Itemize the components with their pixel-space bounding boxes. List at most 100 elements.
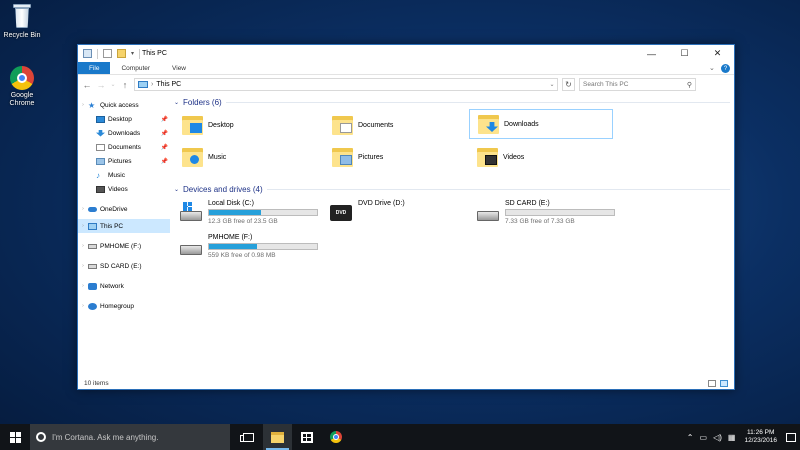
- file-explorer-icon: [271, 431, 284, 443]
- pin-icon[interactable]: 📌: [161, 116, 168, 123]
- large-icons-view-icon[interactable]: [720, 379, 728, 387]
- google-chrome-desktop-icon[interactable]: Google Chrome: [0, 66, 44, 108]
- folder-tile-downloads[interactable]: Downloads: [469, 109, 613, 139]
- address-path[interactable]: This PC: [156, 81, 181, 88]
- file-explorer-taskbar-button[interactable]: [263, 424, 292, 450]
- sidebar-item-videos[interactable]: Videos: [78, 182, 170, 196]
- drive-tile-pmhome[interactable]: PMHOME (F:) 559 KB free of 0.98 MB: [174, 232, 324, 262]
- sidebar-item-sd-card[interactable]: › SD CARD (E:): [78, 259, 170, 273]
- expand-chevron-icon[interactable]: ›: [78, 102, 88, 108]
- sidebar-item-onedrive[interactable]: › OneDrive: [78, 202, 170, 216]
- folder-tile-desktop[interactable]: Desktop: [174, 110, 318, 140]
- pin-icon[interactable]: 📌: [161, 144, 168, 151]
- chrome-icon: [10, 66, 34, 90]
- close-button[interactable]: ✕: [701, 45, 734, 62]
- drive-info: DVD Drive (D:): [358, 198, 405, 207]
- documents-icon: [96, 143, 105, 151]
- drive-usage-bar: [208, 243, 318, 250]
- clock-date: 12/23/2016: [744, 437, 777, 444]
- folder-tile-pictures[interactable]: Pictures: [324, 142, 468, 172]
- tab-view[interactable]: View: [161, 62, 197, 74]
- tab-computer[interactable]: Computer: [110, 62, 161, 74]
- drive-usage-fill: [209, 244, 257, 249]
- recent-locations-icon[interactable]: ⌄: [110, 81, 116, 88]
- sidebar-item-pmhome[interactable]: › PMHOME (F:): [78, 239, 170, 253]
- expand-chevron-icon[interactable]: ›: [78, 263, 88, 269]
- folder-tile-videos[interactable]: Videos: [469, 142, 613, 172]
- store-icon: [300, 431, 313, 443]
- address-field[interactable]: › This PC ⌄: [134, 78, 558, 91]
- clock-time: 11:26 PM: [747, 429, 775, 436]
- details-view-icon[interactable]: [708, 379, 716, 387]
- maximize-button[interactable]: ☐: [668, 45, 701, 62]
- sidebar-item-documents[interactable]: Documents 📌: [78, 140, 170, 154]
- folder-tile-documents[interactable]: Documents: [324, 110, 468, 140]
- up-arrow-icon[interactable]: ↑: [120, 80, 130, 90]
- recycle-bin-icon[interactable]: Recycle Bin: [0, 4, 44, 40]
- expand-ribbon-icon[interactable]: ⌄: [709, 62, 721, 74]
- sidebar-item-music[interactable]: ♪ Music: [78, 168, 170, 182]
- folders-group-heading: Folders (6): [183, 98, 222, 107]
- new-folder-icon[interactable]: [117, 49, 126, 58]
- action-center-icon[interactable]: [786, 432, 796, 442]
- pictures-icon: [96, 157, 105, 165]
- expand-chevron-icon[interactable]: ›: [78, 243, 88, 249]
- minimize-button[interactable]: —: [635, 45, 668, 62]
- drive-tile-local-disk[interactable]: Local Disk (C:) 12.3 GB free of 23.5 GB: [174, 198, 324, 228]
- drive-tile-sd-card[interactable]: SD CARD (E:) 7.33 GB free of 7.33 GB: [471, 198, 621, 228]
- sidebar-item-this-pc[interactable]: › This PC: [78, 219, 170, 233]
- star-icon: ★: [88, 100, 96, 110]
- path-separator-icon[interactable]: ›: [151, 81, 153, 88]
- usb-drive-icon: [180, 236, 202, 258]
- clock[interactable]: 11:26 PM 12/23/2016: [741, 429, 780, 445]
- taskbar: I'm Cortana. Ask me anything. ⌃ ▭ ◁) ▦ 1…: [0, 424, 800, 450]
- pin-icon[interactable]: 📌: [161, 158, 168, 165]
- drive-free-space: 12.3 GB free of 23.5 GB: [208, 218, 278, 225]
- folders-grid: Desktop Documents Downloads Music Pictur…: [174, 108, 734, 184]
- address-dropdown-icon[interactable]: ⌄: [547, 81, 557, 88]
- drive-free-space: 559 KB free of 0.98 MB: [208, 252, 276, 259]
- search-field[interactable]: ⚲: [579, 78, 696, 91]
- volume-icon[interactable]: ◁): [713, 433, 722, 442]
- main-pane: ⌄ Folders (6) Desktop Documents Download…: [170, 95, 734, 377]
- task-view-button[interactable]: [234, 424, 263, 450]
- expand-chevron-icon[interactable]: ›: [78, 206, 88, 212]
- sidebar-item-downloads[interactable]: Downloads 📌: [78, 126, 170, 140]
- expand-chevron-icon[interactable]: ›: [78, 283, 88, 289]
- customize-toolbar-icon[interactable]: ▾: [131, 50, 134, 57]
- pin-icon[interactable]: 📌: [161, 130, 168, 137]
- sidebar-item-label: Network: [100, 282, 124, 290]
- back-arrow-icon[interactable]: ←: [82, 80, 92, 90]
- search-input[interactable]: [583, 81, 673, 88]
- expand-chevron-icon[interactable]: ›: [78, 303, 88, 309]
- properties-icon[interactable]: [103, 49, 112, 58]
- drive-usage-bar: [505, 209, 615, 216]
- folders-group-header[interactable]: ⌄ Folders (6): [174, 97, 734, 108]
- expand-chevron-icon[interactable]: ›: [78, 223, 88, 229]
- sidebar-item-network[interactable]: › Network: [78, 279, 170, 293]
- help-icon[interactable]: ?: [721, 64, 730, 73]
- collapse-chevron-icon[interactable]: ⌄: [174, 186, 179, 193]
- sidebar-item-desktop[interactable]: Desktop 📌: [78, 112, 170, 126]
- drives-group-header[interactable]: ⌄ Devices and drives (4): [174, 184, 734, 195]
- sidebar-item-label: Homegroup: [100, 302, 134, 310]
- sidebar-item-pictures[interactable]: Pictures 📌: [78, 154, 170, 168]
- store-taskbar-button[interactable]: [292, 424, 321, 450]
- forward-arrow-icon[interactable]: →: [96, 80, 106, 90]
- refresh-icon[interactable]: ↻: [562, 78, 575, 91]
- chrome-taskbar-button[interactable]: [321, 424, 350, 450]
- sidebar-item-homegroup[interactable]: › Homegroup: [78, 299, 170, 313]
- title-bar[interactable]: ▾ This PC — ☐ ✕: [78, 45, 734, 62]
- network-tray-icon[interactable]: ▭: [700, 433, 708, 442]
- sidebar-item-label: PMHOME (F:): [100, 242, 142, 250]
- search-icon[interactable]: ⚲: [687, 81, 695, 89]
- start-button[interactable]: [0, 424, 30, 450]
- collapse-chevron-icon[interactable]: ⌄: [174, 99, 179, 106]
- show-hidden-icons-icon[interactable]: ⌃: [687, 433, 694, 442]
- tab-file[interactable]: File: [78, 62, 111, 74]
- cortana-search-box[interactable]: I'm Cortana. Ask me anything.: [30, 424, 230, 450]
- keyboard-icon[interactable]: ▦: [728, 433, 736, 442]
- drive-tile-dvd[interactable]: DVD DVD Drive (D:): [324, 198, 474, 228]
- folder-tile-music[interactable]: Music: [174, 142, 318, 172]
- sidebar-item-quick-access[interactable]: › ★ Quick access: [78, 98, 170, 112]
